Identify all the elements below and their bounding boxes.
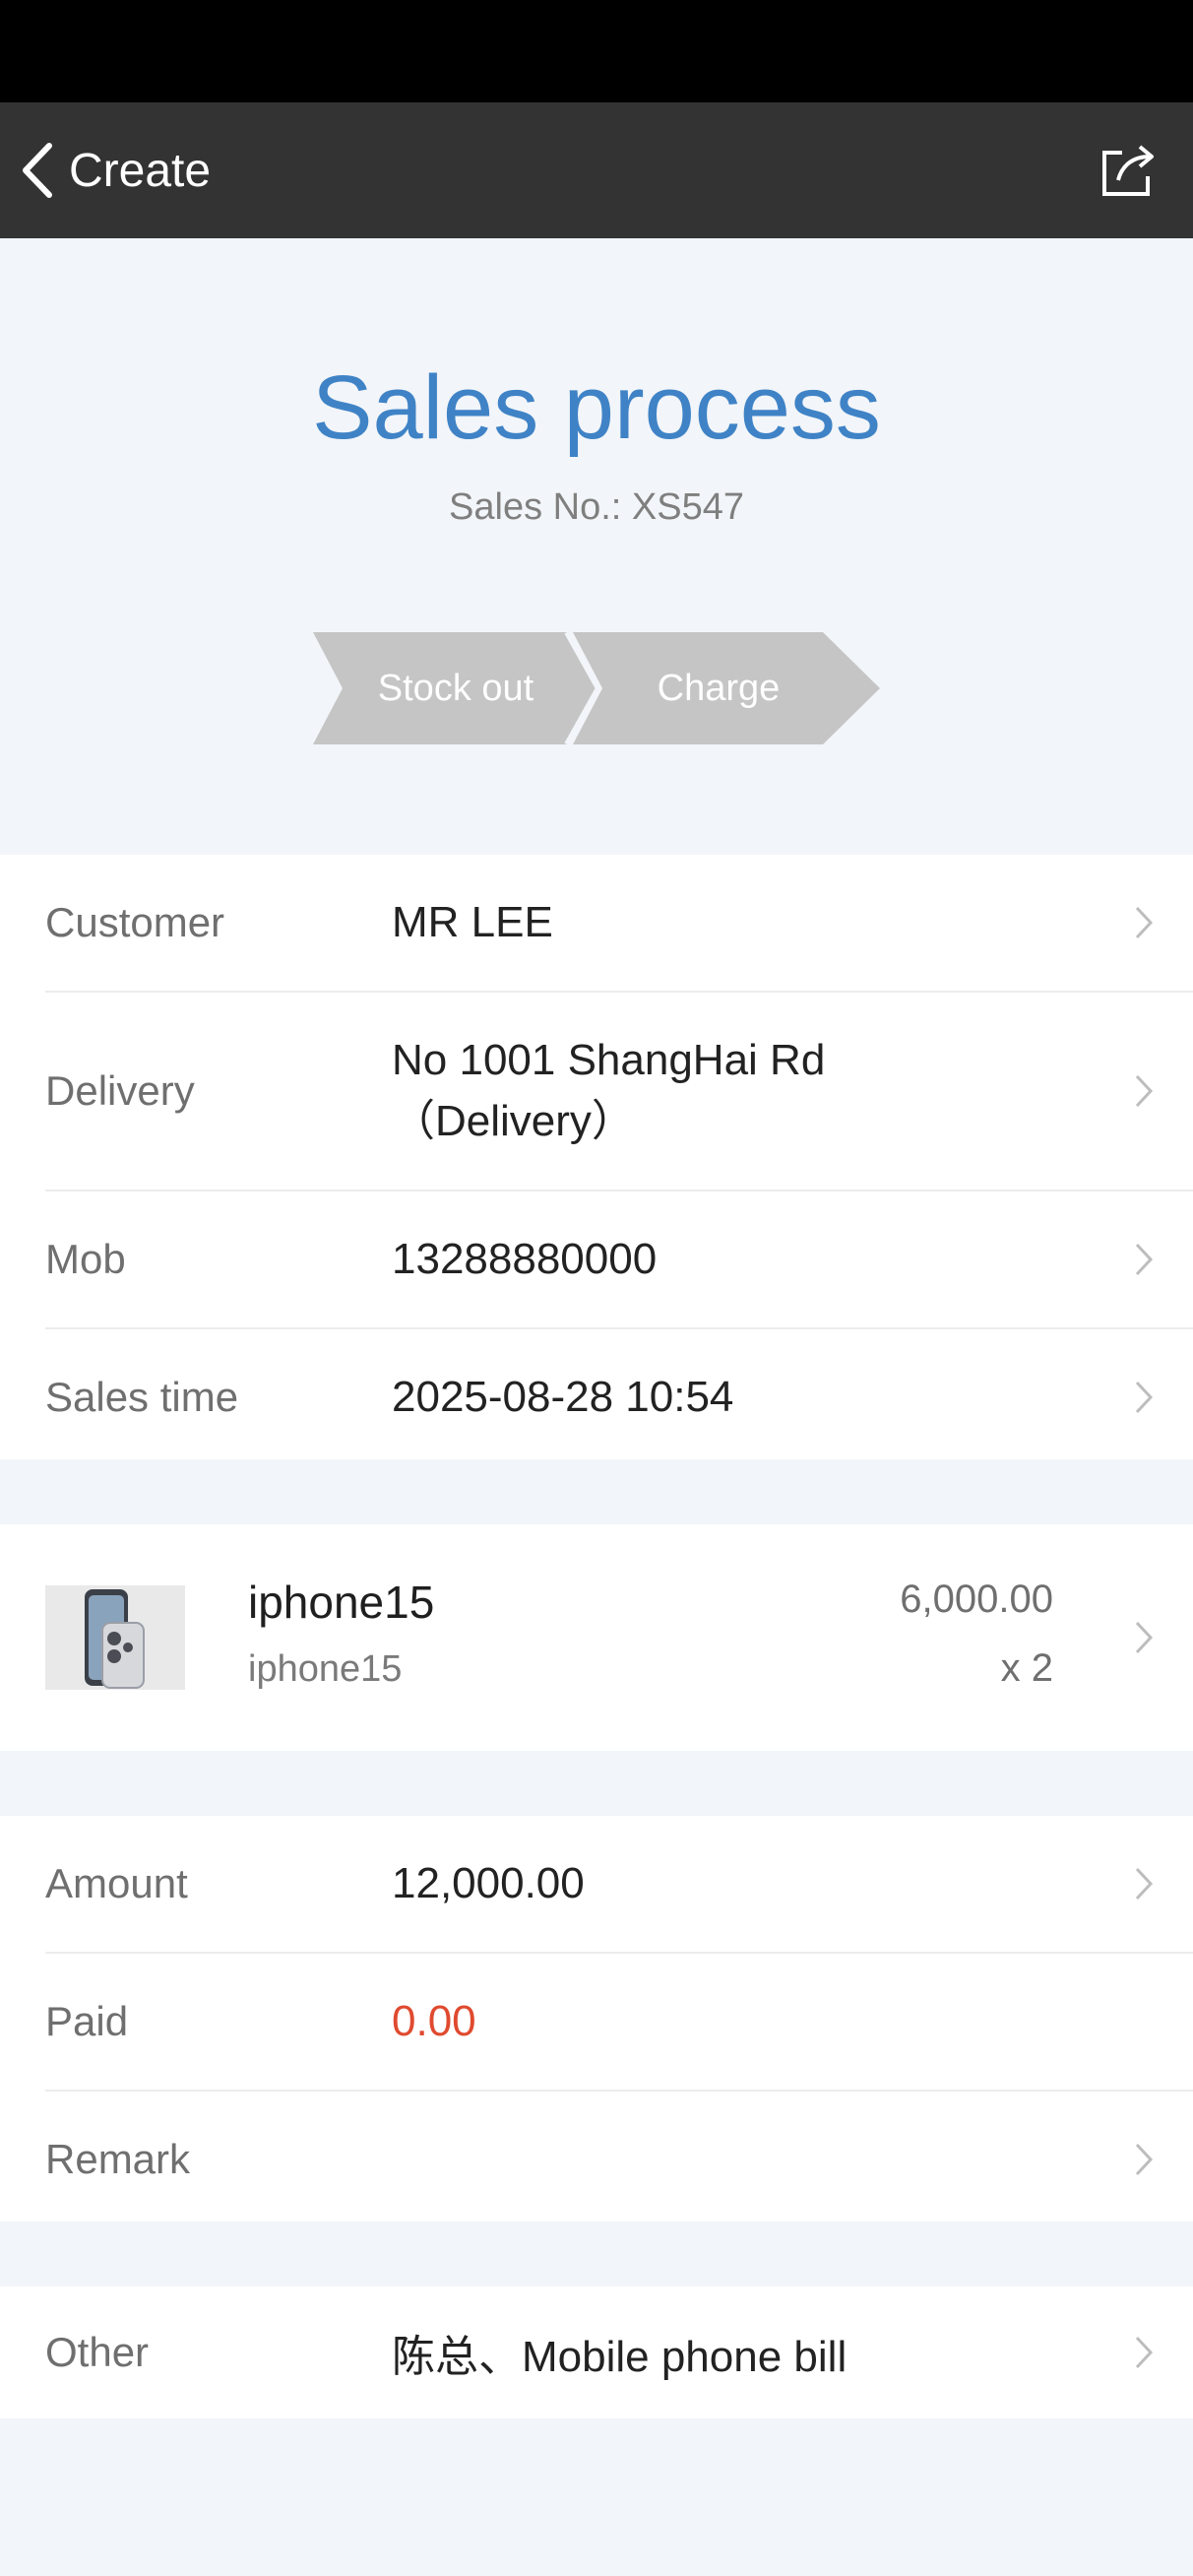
mob-label: Mob <box>45 1236 126 1282</box>
chevron-right-icon <box>1135 2336 1154 2369</box>
chevron-right-icon <box>1135 906 1154 939</box>
product-quantity: x 2 <box>1000 1646 1053 1690</box>
share-button[interactable] <box>1099 141 1158 200</box>
product-item[interactable]: iphone15 iphone15 6,000.00 x 2 <box>0 1524 1193 1751</box>
chevron-right-icon <box>1135 2143 1154 2176</box>
status-bar <box>0 0 1193 102</box>
chevron-right-icon <box>1135 1867 1154 1900</box>
product-name: iphone15 <box>248 1577 435 1628</box>
sales-time-label: Sales time <box>45 1374 239 1420</box>
other-card: Other 陈总、Mobile phone bill <box>0 2286 1193 2418</box>
amount-label: Amount <box>45 1860 188 1906</box>
chevron-left-icon <box>23 143 52 198</box>
step-charge[interactable]: Charge <box>602 632 835 744</box>
sales-time-value: 2025-08-28 10:54 <box>392 1373 734 1421</box>
back-label: Create <box>69 144 212 197</box>
product-thumbnail <box>45 1585 185 1690</box>
process-steps: Stock out Charge <box>313 632 880 744</box>
sales-time-row[interactable]: Sales time 2025-08-28 10:54 <box>45 1329 1193 1465</box>
delivery-address: No 1001 ShangHai Rd <box>392 1036 826 1084</box>
product-subtitle: iphone15 <box>248 1648 403 1690</box>
delivery-type: （Delivery） <box>392 1097 635 1145</box>
paid-row: Paid 0.00 <box>45 1954 1193 2092</box>
share-icon <box>1102 145 1154 196</box>
customer-row[interactable]: Customer MR LEE <box>45 855 1193 993</box>
chevron-right-icon <box>1135 1243 1154 1276</box>
delivery-value: No 1001 ShangHai Rd （Delivery） <box>392 993 825 1190</box>
amount-value: 12,000.00 <box>392 1859 585 1907</box>
sales-number: Sales No.: XS547 <box>0 486 1193 529</box>
chevron-right-icon <box>1135 1381 1154 1414</box>
other-label: Other <box>45 2329 150 2375</box>
other-row[interactable]: Other 陈总、Mobile phone bill <box>45 2286 1193 2418</box>
other-value: 陈总、Mobile phone bill <box>392 2333 848 2381</box>
chevron-right-icon <box>1135 1621 1154 1654</box>
paid-value: 0.00 <box>392 1997 476 2045</box>
remark-label: Remark <box>45 2136 191 2182</box>
payment-card: Amount 12,000.00 Paid 0.00 Remark <box>0 1816 1193 2222</box>
delivery-row[interactable]: Delivery No 1001 ShangHai Rd （Delivery） <box>45 993 1193 1191</box>
sales-number-value: XS547 <box>631 486 744 528</box>
chevron-right-icon <box>1135 1074 1154 1108</box>
page-title: Sales process <box>312 357 881 458</box>
remark-row[interactable]: Remark <box>45 2092 1193 2227</box>
customer-label: Customer <box>45 899 225 945</box>
amount-row[interactable]: Amount 12,000.00 <box>45 1816 1193 1954</box>
info-card: Customer MR LEE Delivery No 1001 ShangHa… <box>0 855 1193 1459</box>
paid-label: Paid <box>45 1998 129 2044</box>
mob-row[interactable]: Mob 13288880000 <box>45 1191 1193 1329</box>
step-stock-out[interactable]: Stock out <box>343 632 569 744</box>
nav-bar: Create <box>0 102 1193 238</box>
customer-value: MR LEE <box>392 898 553 946</box>
mob-value: 13288880000 <box>392 1235 658 1283</box>
header: Sales process Sales No.: XS547 Stock out… <box>0 238 1193 855</box>
sales-number-label: Sales No.: <box>449 486 622 528</box>
product-price: 6,000.00 <box>900 1578 1053 1621</box>
back-button[interactable]: Create <box>20 102 211 238</box>
delivery-label: Delivery <box>45 1067 195 1114</box>
